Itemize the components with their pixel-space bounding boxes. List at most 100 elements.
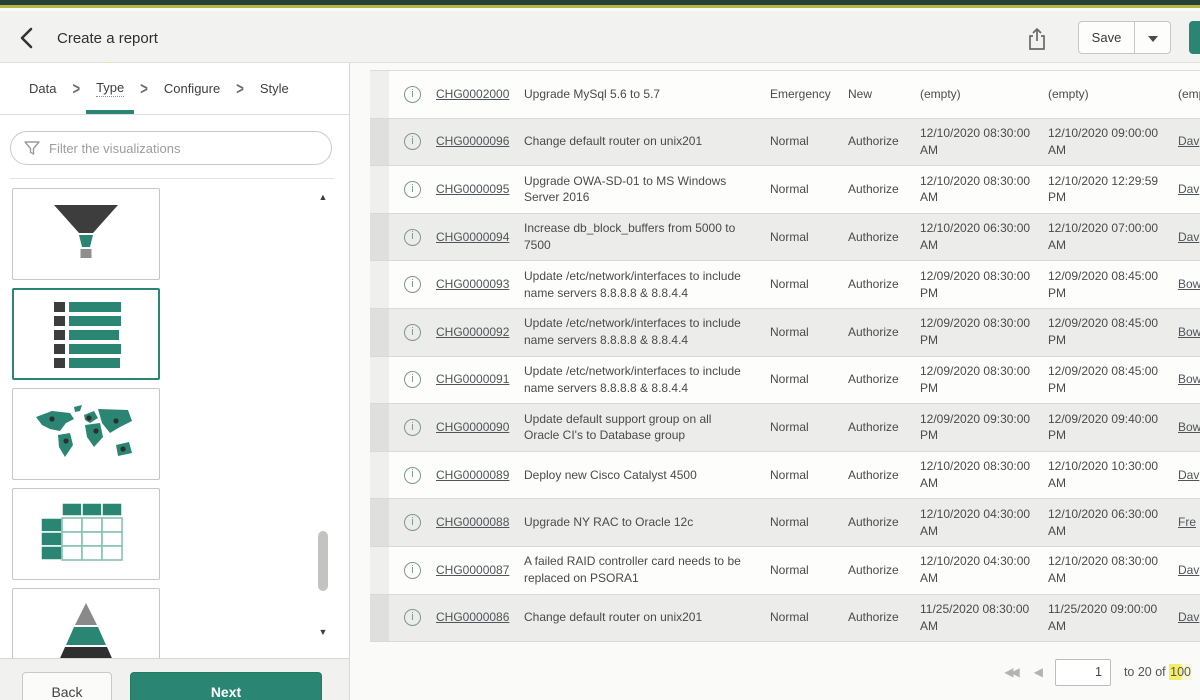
previous-page-button[interactable]: ◀ xyxy=(1032,663,1042,681)
assignee-link[interactable]: Dav xyxy=(1178,182,1199,196)
state-cell: Authorize xyxy=(844,181,916,198)
short-description: Deploy new Cisco Catalyst 4500 xyxy=(524,467,762,484)
change-number-link[interactable]: CHG0000093 xyxy=(436,277,509,291)
breadcrumb-separator: > xyxy=(224,54,256,123)
table-row[interactable]: CHG0002000 Upgrade MySql 5.6 to 5.7 Emer… xyxy=(370,71,1200,119)
info-icon[interactable] xyxy=(404,562,421,579)
pagination-range-label: to 20 of 100 xyxy=(1124,665,1192,679)
change-number-link[interactable]: CHG0000091 xyxy=(436,372,509,386)
table-row[interactable]: CHG0000093 Update /etc/network/interface… xyxy=(370,261,1200,309)
first-page-button[interactable]: ◀◀ xyxy=(1002,663,1018,681)
viz-thumbnail-pyramid[interactable] xyxy=(12,588,160,658)
viz-thumbnail-list[interactable] xyxy=(12,288,160,380)
info-icon[interactable] xyxy=(404,229,421,246)
wizard-breadcrumb: Data > Type > Configure > Style xyxy=(0,63,349,115)
share-button[interactable] xyxy=(1026,25,1052,53)
end-date-cell: 11/25/2020 09:00:00 AM xyxy=(1044,601,1172,635)
info-icon[interactable] xyxy=(404,467,421,484)
report-type-panel: Data > Type > Configure > Style xyxy=(0,63,350,700)
info-icon[interactable] xyxy=(404,276,421,293)
state-cell: Authorize xyxy=(844,562,916,579)
scroll-down-arrow-icon[interactable]: ▼ xyxy=(317,626,329,638)
state-cell: New xyxy=(844,86,916,103)
start-date-cell: 12/09/2020 09:30:00 PM xyxy=(916,411,1044,445)
priority-cell: Normal xyxy=(762,276,844,293)
table-row[interactable]: CHG0000088 Upgrade NY RAC to Oracle 12c … xyxy=(370,499,1200,547)
table-row[interactable]: CHG0000096 Change default router on unix… xyxy=(370,119,1200,167)
info-icon[interactable] xyxy=(404,181,421,198)
table-row[interactable]: CHG0000086 Change default router on unix… xyxy=(370,595,1200,643)
state-cell: Authorize xyxy=(844,324,916,341)
start-date-cell: 12/10/2020 04:30:00 AM xyxy=(916,506,1044,540)
info-icon[interactable] xyxy=(404,371,421,388)
change-number-link[interactable]: CHG0000092 xyxy=(436,325,509,339)
viz-list-scrollbar[interactable]: ▲ ▼ xyxy=(316,191,330,652)
breadcrumb-step-data[interactable]: Data xyxy=(25,63,60,114)
save-menu-button[interactable] xyxy=(1134,21,1171,54)
save-button[interactable]: Save xyxy=(1078,21,1135,54)
assignee-link[interactable]: (empty) xyxy=(1178,87,1200,101)
table-row[interactable]: CHG0000091 Update /etc/network/interface… xyxy=(370,357,1200,405)
assignee-link[interactable]: Bow xyxy=(1178,277,1200,291)
short-description: Upgrade NY RAC to Oracle 12c xyxy=(524,514,762,531)
table-row[interactable]: CHG0000090 Update default support group … xyxy=(370,404,1200,452)
table-row[interactable]: CHG0000094 Increase db_block_buffers fro… xyxy=(370,214,1200,262)
change-number-link[interactable]: CHG0000090 xyxy=(436,420,509,434)
table-row[interactable]: CHG0000095 Upgrade OWA-SD-01 to MS Windo… xyxy=(370,166,1200,214)
breadcrumb-step-configure[interactable]: Configure xyxy=(160,63,224,114)
change-number-link[interactable]: CHG0000086 xyxy=(436,610,509,624)
end-date-cell: 12/09/2020 08:45:00 PM xyxy=(1044,363,1172,397)
table-row[interactable]: CHG0000089 Deploy new Cisco Catalyst 450… xyxy=(370,452,1200,500)
assignee-link[interactable]: Dav xyxy=(1178,468,1199,482)
assignee-link[interactable]: Dav xyxy=(1178,610,1199,624)
short-description: Change default router on unix201 xyxy=(524,609,762,626)
assignee-link[interactable]: Dav xyxy=(1178,563,1199,577)
info-icon[interactable] xyxy=(404,514,421,531)
list-chart-icon xyxy=(36,298,136,370)
assignee-link[interactable]: Dav xyxy=(1178,230,1199,244)
table-row[interactable]: CHG0000087 A failed RAID controller card… xyxy=(370,547,1200,595)
viz-thumbnail-map[interactable] xyxy=(12,388,160,480)
change-number-link[interactable]: CHG0000095 xyxy=(436,182,509,196)
end-date-cell: 12/10/2020 08:30:00 AM xyxy=(1044,553,1172,587)
assignee-link[interactable]: Bow xyxy=(1178,325,1200,339)
end-date-cell: 12/10/2020 06:30:00 AM xyxy=(1044,506,1172,540)
change-number-link[interactable]: CHG0000088 xyxy=(436,515,509,529)
assignee-link[interactable]: Fre xyxy=(1178,515,1196,529)
short-description: A failed RAID controller card needs to b… xyxy=(524,553,762,587)
info-icon[interactable] xyxy=(404,86,421,103)
state-cell: Authorize xyxy=(844,371,916,388)
info-icon[interactable] xyxy=(404,133,421,150)
change-number-link[interactable]: CHG0000087 xyxy=(436,563,509,577)
filter-visualizations-input[interactable] xyxy=(10,131,332,165)
priority-cell: Normal xyxy=(762,371,844,388)
pyramid-chart-icon xyxy=(36,599,136,658)
assignee-link[interactable]: Dav xyxy=(1178,134,1199,148)
info-icon[interactable] xyxy=(404,324,421,341)
next-button[interactable]: Next xyxy=(130,672,322,700)
viz-thumbnail-funnel[interactable] xyxy=(12,188,160,280)
table-row[interactable]: CHG0000092 Update /etc/network/interface… xyxy=(370,309,1200,357)
end-date-cell: 12/10/2020 09:00:00 AM xyxy=(1044,125,1172,159)
priority-cell: Emergency xyxy=(762,86,844,103)
back-arrow-button[interactable] xyxy=(18,23,48,53)
change-number-link[interactable]: CHG0002000 xyxy=(436,87,509,101)
assignee-link[interactable]: Bow xyxy=(1178,372,1200,386)
back-button[interactable]: Back xyxy=(22,672,112,700)
breadcrumb-step-style[interactable]: Style xyxy=(256,63,293,114)
change-number-link[interactable]: CHG0000096 xyxy=(436,134,509,148)
edge-cropped-teal-button[interactable] xyxy=(1189,21,1200,54)
page-title: Create a report xyxy=(57,30,158,47)
page-number-input[interactable] xyxy=(1055,659,1111,686)
change-number-link[interactable]: CHG0000094 xyxy=(436,230,509,244)
assignee-link[interactable]: Bow xyxy=(1178,420,1200,434)
info-icon[interactable] xyxy=(404,419,421,436)
scrollbar-thumb[interactable] xyxy=(318,531,328,591)
priority-cell: Normal xyxy=(762,562,844,579)
scroll-up-arrow-icon[interactable]: ▲ xyxy=(317,191,329,203)
start-date-cell: 12/10/2020 06:30:00 AM xyxy=(916,220,1044,254)
viz-thumbnail-heatmap-table[interactable] xyxy=(12,488,160,580)
change-number-link[interactable]: CHG0000089 xyxy=(436,468,509,482)
breadcrumb-step-type[interactable]: Type xyxy=(92,63,128,114)
info-icon[interactable] xyxy=(404,609,421,626)
